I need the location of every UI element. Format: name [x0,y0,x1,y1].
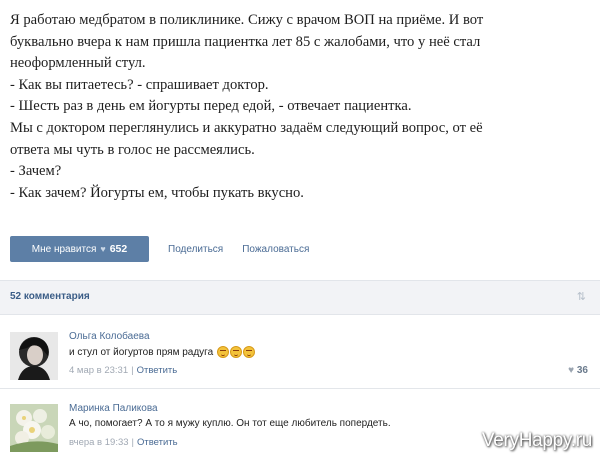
reply-link[interactable]: Ответить [137,437,178,448]
post-line: неоформленный стул. [10,55,146,72]
avatar[interactable] [10,404,58,452]
post-line: буквально вчера к нам пришла пациентка л… [10,33,481,50]
heart-icon: ♥ [100,244,106,254]
watermark: VeryHappy.ru [481,430,592,451]
comment-date[interactable]: вчера в 19:33 [69,437,129,448]
sort-icon[interactable]: ⇅ [577,290,586,303]
comment-like[interactable]: ♥ 36 [568,365,588,376]
report-link[interactable]: Пожаловаться [242,244,309,255]
comment-text: и стул от йогуртов прям радуга [69,346,255,358]
avatar[interactable] [10,332,58,380]
like-label: Мне нравится [31,243,97,255]
post-line: Мы с доктором переглянулись и аккуратно … [10,119,483,136]
comment-author[interactable]: Ольга Колобаева [69,331,150,342]
post-line: - Как вы питаетесь? - спрашивает доктор. [10,76,269,93]
reply-link[interactable]: Ответить [137,365,178,376]
like-count: 652 [109,243,128,255]
post-line: Я работаю медбратом в поликлинике. Сижу … [10,12,484,28]
comment-like-count: 36 [576,365,588,376]
post-line: - Шесть раз в день ем йогурты перед едой… [10,98,412,115]
comment-author[interactable]: Маринка Паликова [69,403,158,414]
comments-header: 52 комментария ⇅ [0,280,600,315]
comments-count[interactable]: 52 комментария [10,291,90,302]
comment-text-content: и стул от йогуртов прям радуга [69,347,214,358]
share-link[interactable]: Поделиться [168,244,223,255]
angry-face-icon [229,346,242,358]
comment-meta: 4 мар в 23:31 | Ответить [69,365,177,376]
angry-face-icon [242,346,255,358]
heart-icon: ♥ [568,365,575,376]
like-button[interactable]: Мне нравится ♥ 652 [10,236,149,262]
comment-meta: вчера в 19:33 | Ответить [69,437,178,448]
post-text: Я работаю медбратом в поликлинике. Сижу … [10,10,590,204]
angry-face-icon [216,346,229,358]
post-line: - Как зачем? Йогурты ем, чтобы пукать вк… [10,184,304,201]
comment: Ольга Колобаева и стул от йогуртов прям … [0,324,600,389]
comment-date[interactable]: 4 мар в 23:31 [69,365,128,376]
meta-separator: | [131,365,134,376]
post-line: - Зачем? [10,163,62,180]
post-line: ответа мы чуть в голос не рассмеялись. [10,141,255,158]
post-actions: Мне нравится ♥ 652 Поделиться Пожаловать… [10,236,309,262]
comment-text: А чо, помогает? А то я мужу куплю. Он то… [69,418,391,429]
meta-separator: | [131,437,134,448]
